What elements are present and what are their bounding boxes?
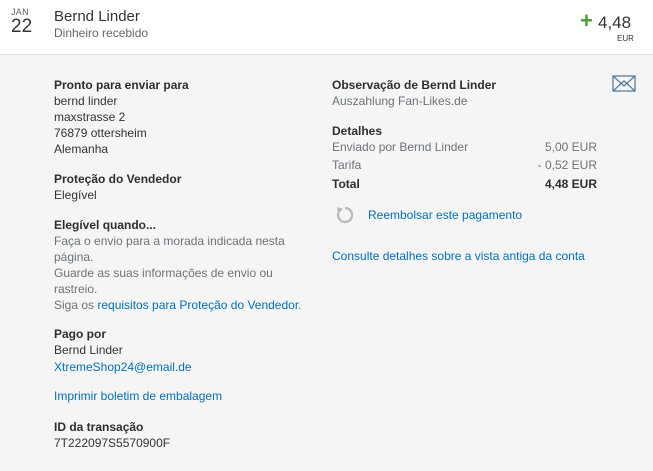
transaction-id-label: ID da transação	[54, 420, 144, 434]
total-label: Total	[332, 177, 360, 191]
payer-name: Bernd Linder	[54, 343, 123, 357]
transaction-header[interactable]: JAN 22 Bernd Linder Dinheiro recebido + …	[0, 0, 653, 55]
seller-protection-requirements-link[interactable]: requisitos para Proteção do Vendedor	[97, 298, 298, 312]
transaction-id: 7T222097S5570900F	[54, 436, 171, 450]
shipping-line: maxstrasse 2	[54, 110, 126, 124]
details-row-value: - 0,52 EUR	[537, 158, 597, 172]
seller-protection-label: Proteção do Vendedor	[54, 172, 182, 186]
eligible-line: rastreio.	[54, 282, 98, 296]
eligible-requirements-line: Siga os requisitos para Proteção do Vend…	[54, 297, 302, 313]
date-day: 22	[11, 16, 33, 37]
shipping-line: 76879 ottersheim	[54, 126, 147, 140]
refresh-icon[interactable]	[335, 205, 355, 225]
eligible-prefix: Siga os	[54, 298, 98, 312]
note-text: Auszahlung Fan-Likes.de	[332, 94, 468, 108]
old-account-view-link[interactable]: Consulte detalhes sobre a vista antiga d…	[332, 248, 585, 264]
details-row-label: Tarifa	[332, 158, 362, 172]
details-label: Detalhes	[332, 124, 383, 138]
total-value: 4,48 EUR	[544, 177, 597, 191]
amount-currency: EUR	[617, 34, 634, 43]
shipping-line: bernd linder	[54, 94, 118, 108]
print-packing-slip-link[interactable]: Imprimir boletim de embalagem	[54, 388, 222, 404]
eligible-line: página.	[54, 250, 94, 264]
counterparty-name: Bernd Linder	[54, 8, 140, 25]
amount-value: 4,48	[598, 13, 632, 32]
transaction-type: Dinheiro recebido	[54, 26, 149, 40]
refund-payment-link[interactable]: Reembolsar este pagamento	[368, 207, 522, 223]
shipping-line: Alemanha	[54, 142, 109, 156]
seller-protection-value: Elegível	[54, 188, 97, 202]
eligible-suffix: .	[298, 298, 302, 312]
payer-email-link[interactable]: XtremeShop24@email.de	[54, 359, 192, 375]
shipping-label: Pronto para enviar para	[54, 78, 189, 92]
paid-by-label: Pago por	[54, 327, 107, 341]
details-row-label: Enviado por Bernd Linder	[332, 140, 469, 154]
eligible-line: Faça o envio para a morada indicada nest…	[54, 234, 285, 248]
note-label: Observação de Bernd Linder	[332, 78, 497, 92]
eligible-line: Guarde as suas informações de envio ou	[54, 266, 273, 280]
details-row-value: 5,00 EUR	[544, 140, 597, 154]
eligible-when-label: Elegível quando...	[54, 218, 157, 232]
plus-sign: +	[580, 8, 593, 33]
envelope-icon[interactable]	[612, 73, 636, 92]
